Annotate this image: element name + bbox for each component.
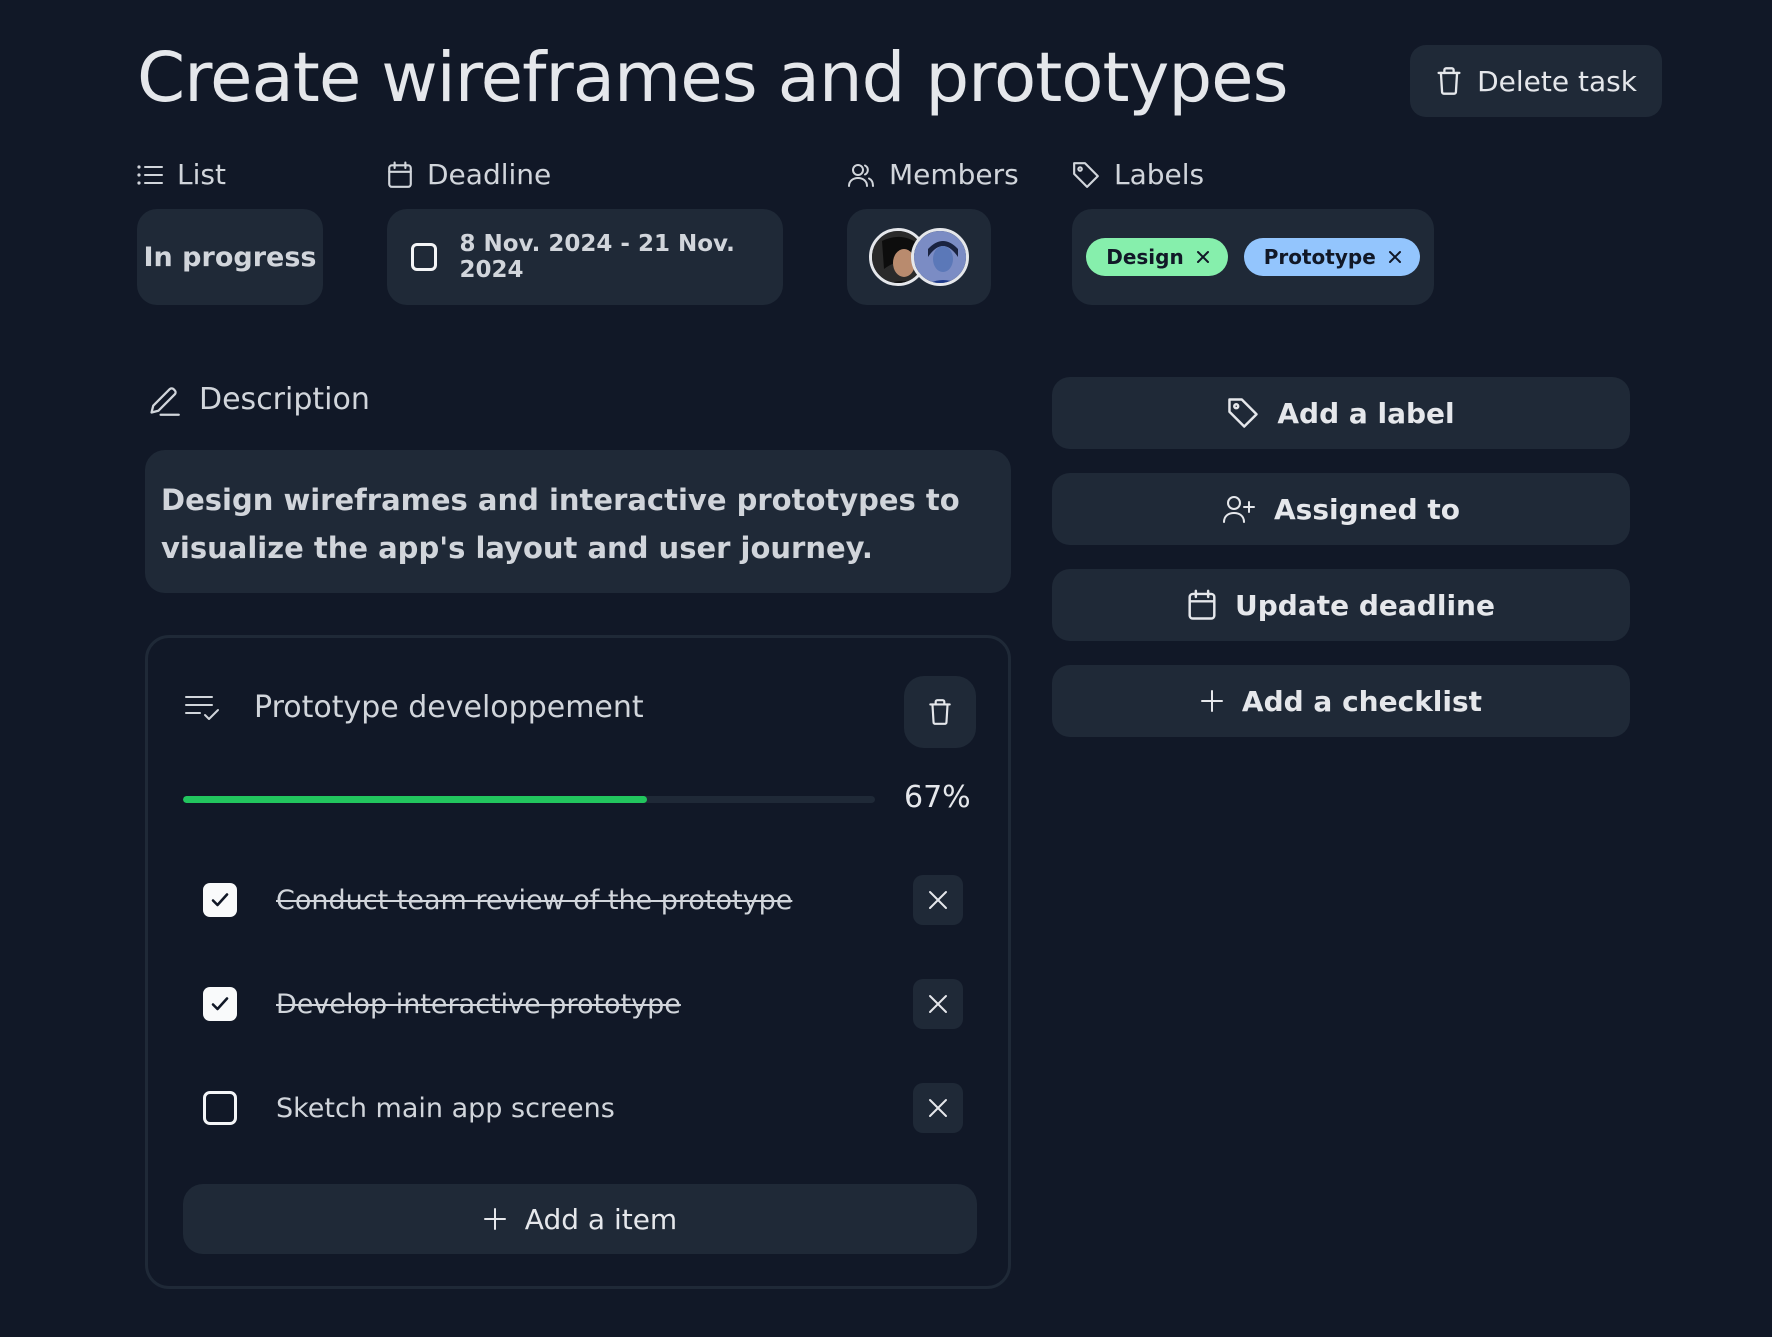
description-heading: Description (199, 382, 370, 417)
add-label-text: Add a label (1277, 396, 1455, 430)
checklist-icon (184, 694, 220, 722)
deadline-header: Deadline (387, 158, 551, 191)
close-icon (928, 1098, 948, 1118)
list-status-select[interactable]: In progress (137, 209, 323, 305)
deadline-value: 8 Nov. 2024 - 21 Nov. 2024 (459, 231, 735, 283)
trash-icon (1435, 66, 1463, 96)
item-text: Sketch main app screens (276, 1092, 615, 1124)
progress-fill (183, 796, 647, 803)
item-checkbox[interactable] (203, 883, 237, 917)
calendar-icon (387, 161, 413, 189)
label-tag-text: Design (1106, 245, 1184, 269)
tag-icon (1072, 161, 1100, 189)
deadline-checkbox[interactable] (411, 243, 438, 271)
checklist-header: Prototype developpement (184, 690, 644, 725)
page-title: Create wireframes and prototypes (137, 38, 1289, 118)
list-status-value: In progress (143, 241, 317, 273)
close-icon (928, 890, 948, 910)
assigned-to-text: Assigned to (1274, 492, 1460, 526)
close-icon[interactable] (1388, 250, 1402, 264)
close-icon (928, 994, 948, 1014)
add-checklist-button[interactable]: Add a checklist (1052, 665, 1630, 737)
add-item-button[interactable]: Add a item (183, 1184, 977, 1254)
members-label: Members (889, 158, 1019, 191)
update-deadline-text: Update deadline (1235, 588, 1495, 622)
list-header: List (137, 158, 226, 191)
add-checklist-text: Add a checklist (1241, 684, 1483, 718)
label-tag-prototype: Prototype (1243, 238, 1420, 276)
labels-field: Design Prototype (1072, 209, 1434, 305)
plus-icon (483, 1207, 507, 1231)
members-header: Members (847, 158, 1019, 191)
item-checkbox[interactable] (203, 1091, 237, 1125)
add-label-button[interactable]: Add a label (1052, 377, 1630, 449)
checklist-item: Develop interactive prototype (203, 979, 963, 1029)
list-label: List (177, 158, 226, 191)
add-item-label: Add a item (524, 1202, 678, 1236)
progress-bar (183, 796, 875, 803)
pencil-icon (147, 383, 181, 417)
update-deadline-button[interactable]: Update deadline (1052, 569, 1630, 641)
check-icon (211, 893, 229, 907)
deadline-label: Deadline (427, 158, 552, 191)
description-header: Description (147, 382, 370, 417)
item-text: Develop interactive prototype (276, 988, 681, 1020)
labels-header: Labels (1072, 158, 1204, 191)
description-text[interactable]: Design wireframes and interactive protot… (145, 450, 1011, 593)
checklist-item: Conduct team review of the prototype (203, 875, 963, 925)
tag-icon (1227, 397, 1259, 429)
item-text: Conduct team review of the prototype (276, 884, 793, 916)
list-icon (137, 164, 163, 186)
members-field[interactable] (847, 209, 991, 305)
checklist-title: Prototype developpement (254, 690, 644, 725)
users-icon (847, 162, 875, 188)
delete-task-button[interactable]: Delete task (1410, 45, 1662, 117)
label-tag-design: Design (1086, 238, 1228, 276)
delete-task-label: Delete task (1477, 64, 1637, 98)
checklist-card: Prototype developpement 67% Conduct team… (145, 635, 1011, 1289)
assigned-to-button[interactable]: Assigned to (1052, 473, 1630, 545)
plus-icon (1200, 689, 1224, 713)
item-checkbox[interactable] (203, 987, 237, 1021)
user-plus-icon (1222, 494, 1256, 524)
remove-item-button[interactable] (913, 1083, 963, 1133)
trash-icon (927, 698, 953, 726)
labels-label: Labels (1114, 158, 1205, 191)
progress-percent: 67% (904, 780, 971, 815)
remove-item-button[interactable] (913, 875, 963, 925)
remove-item-button[interactable] (913, 979, 963, 1029)
deadline-field[interactable]: 8 Nov. 2024 - 21 Nov. 2024 (387, 209, 783, 305)
avatar[interactable] (911, 228, 969, 286)
delete-checklist-button[interactable] (904, 676, 976, 748)
close-icon[interactable] (1196, 250, 1210, 264)
label-tag-text: Prototype (1263, 245, 1376, 269)
calendar-icon (1187, 589, 1217, 621)
checklist-item: Sketch main app screens (203, 1083, 963, 1133)
check-icon (211, 997, 229, 1011)
